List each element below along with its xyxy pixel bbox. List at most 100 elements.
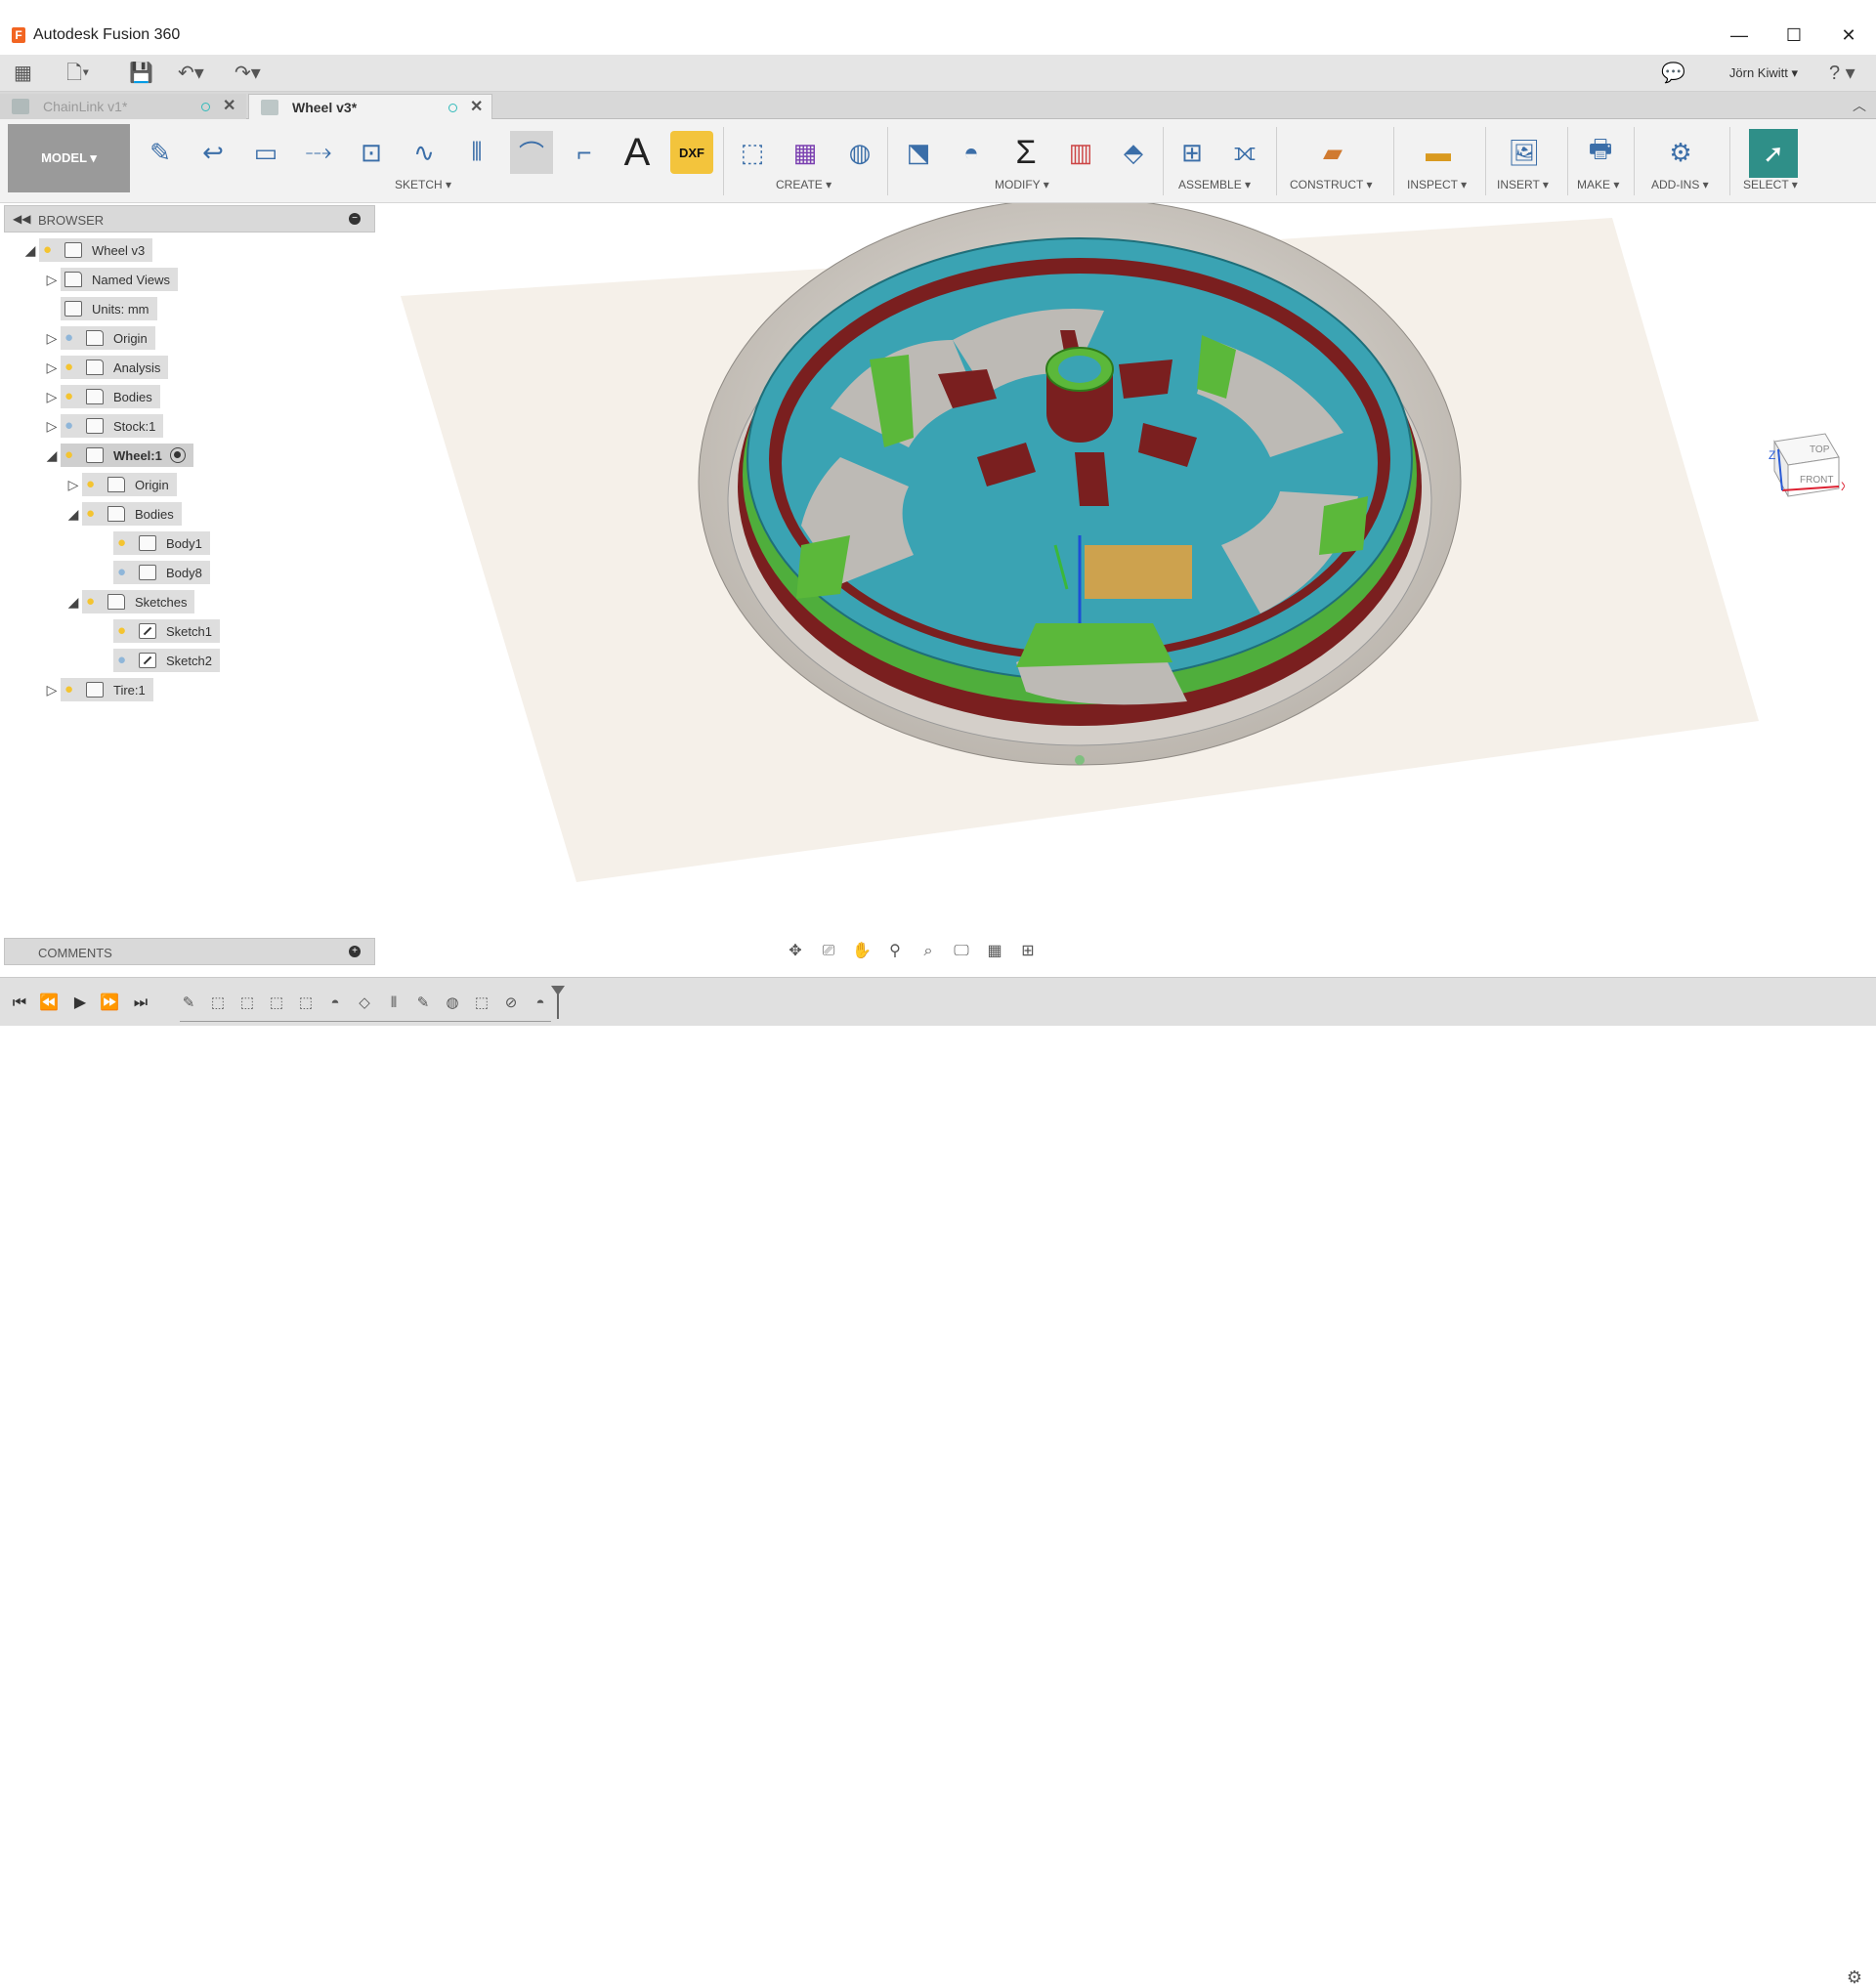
rectangle-tool-icon[interactable]: ▭ — [244, 131, 287, 174]
tree-node-origin[interactable]: ▷ ● Origin — [43, 325, 155, 351]
help-button[interactable]: ? ▾ — [1829, 63, 1855, 84]
visibility-bulb-icon[interactable]: ● — [64, 447, 78, 463]
collapsed-arrow-icon[interactable]: ▷ — [43, 418, 61, 435]
construct-menu[interactable]: CONSTRUCT ▾ — [1290, 178, 1372, 191]
timeline-settings-icon[interactable]: ⚙ — [1847, 1967, 1862, 1988]
timeline-extrude-feature-icon[interactable]: ⬚ — [207, 993, 229, 1014]
measure-icon[interactable]: ▬ — [1417, 131, 1460, 174]
timeline-next-icon[interactable]: ⏩ — [98, 993, 121, 1014]
tree-node-wheel-bodies[interactable]: ◢ ● Bodies — [64, 501, 182, 527]
construction-line-icon[interactable]: ⤏ — [297, 131, 340, 174]
tree-node-body1[interactable]: ● Body1 — [113, 530, 210, 556]
collapsed-arrow-icon[interactable]: ▷ — [43, 389, 61, 405]
select-tool-icon[interactable]: ➚ — [1749, 129, 1798, 178]
timeline-revolve-feature-icon[interactable]: ◍ — [442, 993, 463, 1014]
insert-image-icon[interactable]: 🖼 — [1503, 131, 1546, 174]
apps-grid-icon[interactable]: ▦ — [14, 63, 32, 84]
timeline-end-icon[interactable]: ⏭ — [129, 993, 152, 1014]
visibility-bulb-icon[interactable]: ● — [117, 535, 131, 551]
timeline-extrude-feature-icon[interactable]: ⬚ — [295, 993, 317, 1014]
tree-node-tire[interactable]: ▷ ● Tire:1 — [43, 677, 153, 702]
visibility-bulb-icon[interactable]: ● — [117, 653, 131, 668]
design-viewport[interactable]: TOP FRONT X Z — [0, 197, 1876, 969]
save-icon[interactable]: 💾 — [129, 63, 153, 84]
grid-settings-icon[interactable]: ▦ — [981, 941, 1008, 962]
timeline-sketch-feature-icon[interactable]: ✎ — [178, 993, 199, 1014]
insert-menu[interactable]: INSERT ▾ — [1497, 178, 1549, 191]
new-component-icon[interactable]: ⊞ — [1171, 131, 1214, 174]
expanded-arrow-icon[interactable]: ◢ — [21, 242, 39, 259]
split-icon[interactable]: ▥ — [1059, 131, 1102, 174]
collapsed-arrow-icon[interactable]: ▷ — [43, 272, 61, 288]
expanded-arrow-icon[interactable]: ◢ — [64, 506, 82, 523]
joint-icon[interactable]: ⟗ — [1223, 131, 1266, 174]
maximize-button[interactable]: ☐ — [1774, 21, 1813, 49]
wheel-model-render[interactable] — [0, 197, 1876, 969]
close-tab-icon[interactable]: ✕ — [470, 95, 483, 120]
zoom-icon[interactable]: ⚲ — [881, 941, 909, 962]
tree-node-sketch2[interactable]: ● Sketch2 — [113, 648, 220, 673]
point-rectangle-icon[interactable]: ⊡ — [350, 131, 393, 174]
visibility-bulb-icon[interactable]: ● — [64, 360, 78, 375]
timeline-sketch-feature-icon[interactable]: ✎ — [412, 993, 434, 1014]
redo-button[interactable]: ↷▾ — [234, 63, 261, 84]
tree-node-stock[interactable]: ▷ ● Stock:1 — [43, 413, 164, 439]
line-tool-icon[interactable]: ↩ — [192, 131, 234, 174]
timeline-extrude-feature-icon[interactable]: ⬚ — [266, 993, 287, 1014]
activate-component-radio[interactable] — [169, 447, 186, 463]
form-icon[interactable]: ▦ — [784, 131, 827, 174]
revolve-icon[interactable]: ◍ — [838, 131, 881, 174]
scripts-addins-icon[interactable]: ⚙ — [1659, 131, 1702, 174]
3d-print-icon[interactable]: 🖶 — [1579, 131, 1622, 174]
workspace-switcher[interactable]: MODEL ▾ — [8, 124, 130, 192]
collapsed-arrow-icon[interactable]: ▷ — [43, 330, 61, 347]
spline-tool-icon[interactable]: ∿ — [403, 131, 446, 174]
tab-chainlink[interactable]: ChainLink v1* ✕ — [0, 94, 246, 119]
timeline-prev-icon[interactable]: ⏪ — [37, 993, 61, 1014]
select-menu[interactable]: SELECT ▾ — [1743, 178, 1798, 191]
timeline-extrude-feature-icon[interactable]: ⬚ — [236, 993, 258, 1014]
shell-icon[interactable]: ⬘ — [1112, 131, 1155, 174]
press-pull-icon[interactable]: ⬔ — [897, 131, 940, 174]
tree-node-wheel-origin[interactable]: ▷ ● Origin — [64, 472, 177, 497]
orbit-icon[interactable]: ✥ — [782, 941, 809, 962]
dxf-insert-icon[interactable]: DXF — [670, 131, 713, 174]
tree-node-wheel-v3[interactable]: ◢ ● Wheel v3 — [21, 237, 153, 263]
fit-icon[interactable]: ⌕ — [915, 941, 942, 962]
minimize-button[interactable]: — — [1720, 21, 1759, 49]
viewcube[interactable]: TOP FRONT X Z — [1767, 430, 1845, 518]
timeline-play-icon[interactable]: ▶ — [68, 993, 92, 1014]
text-tool-icon[interactable]: A — [616, 131, 659, 174]
offset-plane-icon[interactable]: ▰ — [1311, 131, 1354, 174]
display-settings-icon[interactable]: 🖵 — [948, 941, 975, 962]
tree-node-sketch1[interactable]: ● Sketch1 — [113, 618, 220, 644]
create-sketch-icon[interactable]: ✎ — [139, 131, 182, 174]
visibility-bulb-icon[interactable]: ● — [117, 623, 131, 639]
timeline-fillet-feature-icon[interactable]: ◓ — [324, 993, 346, 1014]
pan-icon[interactable]: ✋ — [848, 941, 875, 962]
user-menu[interactable]: Jörn Kiwitt ▾ — [1729, 65, 1798, 81]
extrude-icon[interactable]: ⬚ — [731, 131, 774, 174]
collapse-panel-icon[interactable]: ◀◀ — [13, 212, 30, 226]
tree-node-analysis[interactable]: ▷ ● Analysis — [43, 355, 169, 380]
visibility-bulb-icon[interactable]: ● — [86, 506, 100, 522]
collapsed-arrow-icon[interactable]: ▷ — [64, 477, 82, 493]
timeline-split-feature-icon[interactable]: ⊘ — [500, 993, 522, 1014]
visibility-bulb-icon[interactable]: ● — [86, 594, 100, 610]
tab-wheel[interactable]: Wheel v3* ✕ — [248, 94, 492, 119]
timeline-marker[interactable] — [551, 986, 565, 1019]
timeline-extrude-feature-icon[interactable]: ⬚ — [471, 993, 492, 1014]
make-menu[interactable]: MAKE ▾ — [1577, 178, 1619, 191]
tree-node-units[interactable]: Units: mm — [61, 296, 157, 321]
visibility-bulb-icon[interactable]: ● — [64, 418, 78, 434]
add-comment-icon[interactable]: + — [349, 946, 361, 957]
collapsed-arrow-icon[interactable]: ▷ — [43, 682, 61, 698]
tree-node-bodies[interactable]: ▷ ● Bodies — [43, 384, 160, 409]
create-menu[interactable]: CREATE ▾ — [776, 178, 831, 191]
visibility-bulb-icon[interactable]: ● — [64, 389, 78, 404]
tree-node-sketches[interactable]: ◢ ● Sketches — [64, 589, 195, 614]
close-window-button[interactable]: ✕ — [1829, 21, 1868, 49]
minimize-browser-icon[interactable]: − — [349, 213, 361, 225]
collapsed-arrow-icon[interactable]: ▷ — [43, 360, 61, 376]
visibility-bulb-icon[interactable]: ● — [64, 330, 78, 346]
